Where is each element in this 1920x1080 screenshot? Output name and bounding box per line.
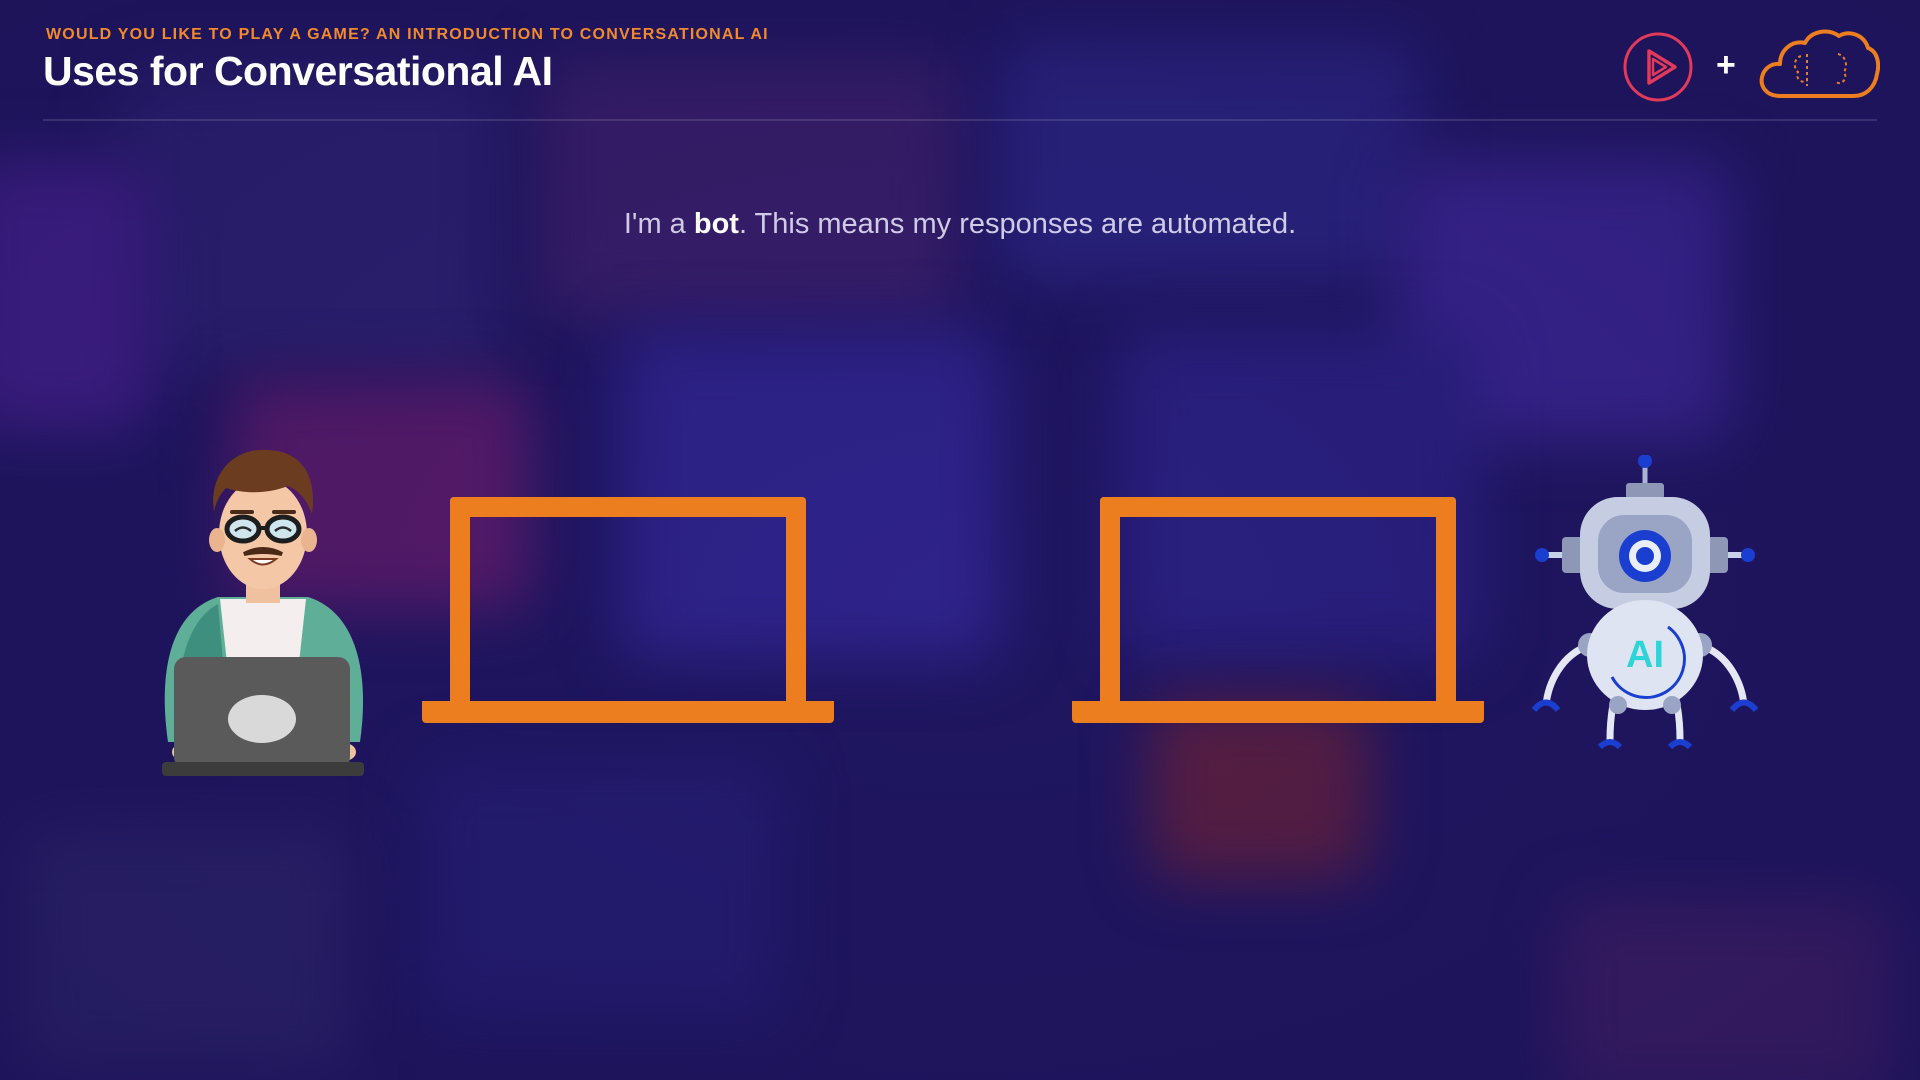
bot-caption: I'm a bot. This means my responses are a… — [0, 208, 1920, 241]
laptop-screen-left — [422, 497, 834, 723]
logo-separator: + — [1716, 46, 1736, 84]
laptop-lid-left — [450, 497, 806, 705]
robot-illustration: AI — [1531, 455, 1759, 750]
play-circle-icon — [1623, 32, 1693, 102]
robot-chest-label: AI — [1626, 634, 1664, 676]
course-kicker: WOULD YOU LIKE TO PLAY A GAME? AN INTROD… — [46, 26, 769, 43]
laptop-base-left — [422, 701, 834, 723]
caption-suffix: . This means my responses are automated. — [738, 208, 1297, 240]
person-illustration — [162, 449, 364, 776]
header-divider — [43, 119, 1877, 121]
caption-prefix: I'm a — [623, 208, 694, 240]
caption-emphasis: bot — [693, 208, 739, 240]
laptop-lid-right — [1100, 497, 1456, 705]
laptop-screen-right — [1072, 497, 1484, 723]
cloud-brain-icon — [1759, 29, 1880, 98]
laptop-base-right — [1072, 701, 1484, 723]
page-title: Uses for Conversational AI — [43, 48, 553, 94]
slide: WOULD YOU LIKE TO PLAY A GAME? AN INTROD… — [0, 0, 1920, 1080]
